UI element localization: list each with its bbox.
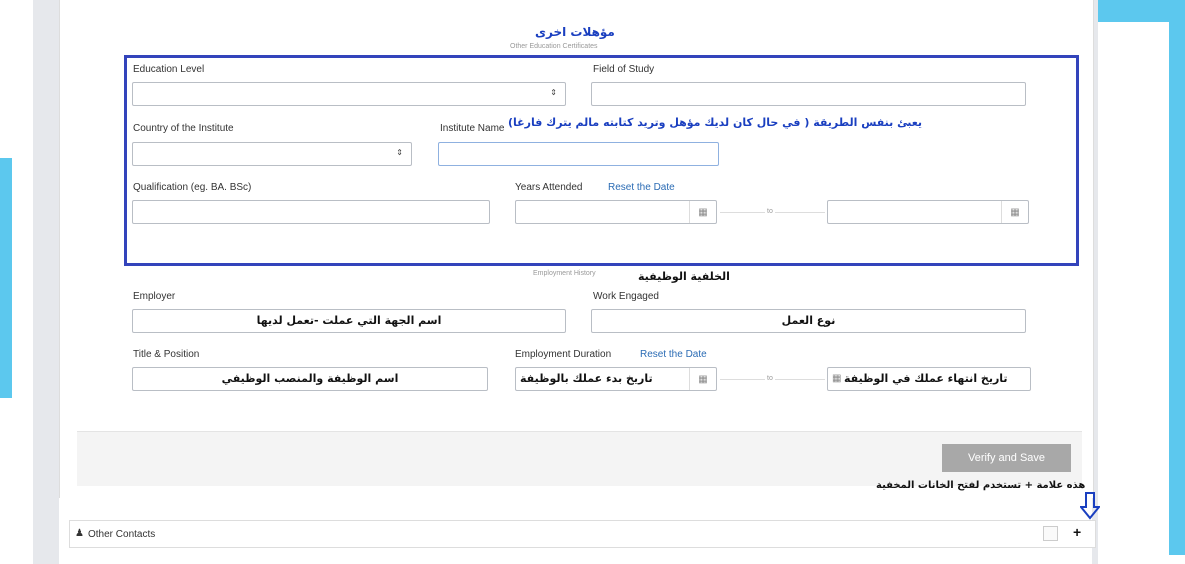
education-level-label: Education Level: [133, 64, 205, 75]
expand-plus-button[interactable]: +: [1073, 524, 1081, 540]
sort-arrows-icon: ⇕: [550, 88, 557, 97]
user-icon: ♟: [75, 528, 84, 539]
form-footer: [77, 431, 1082, 486]
education-level-select[interactable]: ⇕: [132, 82, 566, 106]
employer-label: Employer: [133, 291, 176, 302]
field-of-study-label: Field of Study: [593, 64, 655, 75]
page-gutter-left: [33, 0, 59, 564]
qualification-label: Qualification (eg. BA. BSc): [133, 182, 252, 193]
sort-arrows-icon: ⇕: [396, 148, 403, 157]
employment-end-value: تاريخ انتهاء عملك في الوظيفة: [844, 372, 1008, 385]
collapse-box[interactable]: [1043, 526, 1058, 541]
institute-name-label: Institute Name: [440, 123, 505, 134]
calendar-icon[interactable]: ▦: [1001, 201, 1028, 223]
calendar-icon[interactable]: ▦: [832, 373, 841, 384]
field-of-study-input[interactable]: [591, 82, 1026, 106]
calendar-icon[interactable]: ▦: [689, 368, 716, 390]
to-label: to: [765, 375, 775, 382]
work-engaged-label: Work Engaged: [593, 291, 659, 302]
other-contacts-bar[interactable]: [69, 520, 1096, 548]
employer-value: اسم الجهة التي عملت -تعمل لديها: [256, 314, 442, 327]
years-attended-label: Years Attended: [515, 182, 583, 193]
verify-and-save-button[interactable]: Verify and Save: [942, 444, 1071, 472]
institute-note-ar: يعبئ بنفس الطريقة ( في حال كان لديك مؤهل…: [508, 116, 923, 129]
plus-note-ar: هذه علامة + تستخدم لفتح الخانات المخفية: [876, 480, 1086, 491]
employment-start-date-input[interactable]: تاريخ بدء عملك بالوظيفة ▦: [515, 367, 717, 391]
country-label: Country of the Institute: [133, 123, 234, 134]
work-engaged-input[interactable]: نوع العمل: [591, 309, 1026, 333]
other-contacts-label: Other Contacts: [88, 529, 156, 540]
employment-duration-label: Employment Duration: [515, 349, 612, 360]
employment-history-title-ar: الخلفية الوظيفية: [638, 270, 730, 283]
calendar-icon[interactable]: ▦: [689, 201, 716, 223]
country-select[interactable]: ⇕: [132, 142, 412, 166]
employment-end-date-input[interactable]: ▦ تاريخ انتهاء عملك في الوظيفة: [827, 367, 1031, 391]
title-position-value: اسم الوظيفة والمنصب الوظيفي: [221, 372, 399, 385]
employer-input[interactable]: اسم الجهة التي عملت -تعمل لديها: [132, 309, 566, 333]
institute-name-input[interactable]: [438, 142, 719, 166]
reset-date-link[interactable]: Reset the Date: [640, 349, 707, 360]
other-certificates-subtitle: Other Education Certificates: [510, 43, 598, 50]
years-start-date-input[interactable]: ▦: [515, 200, 717, 224]
years-end-date-input[interactable]: ▦: [827, 200, 1029, 224]
arrow-down-icon: [1078, 492, 1102, 520]
employment-history-subtitle: Employment History: [533, 270, 596, 277]
other-qualifications-title-ar: مؤهلات اخرى: [535, 25, 615, 39]
reset-date-link[interactable]: Reset the Date: [608, 182, 675, 193]
qualification-input[interactable]: [132, 200, 490, 224]
to-label: to: [765, 208, 775, 215]
employment-start-value: تاريخ بدء عملك بالوظيفة: [520, 372, 653, 385]
work-engaged-value: نوع العمل: [781, 314, 836, 327]
title-position-label: Title & Position: [133, 349, 200, 360]
title-position-input[interactable]: اسم الوظيفة والمنصب الوظيفي: [132, 367, 488, 391]
cyan-frame-left: [0, 158, 12, 398]
